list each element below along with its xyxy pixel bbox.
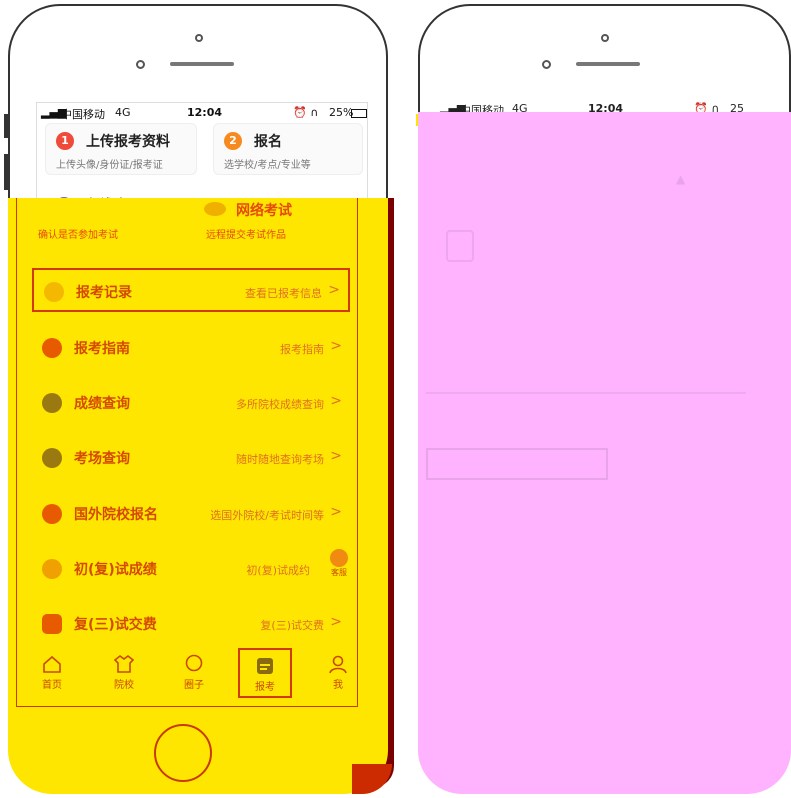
- screen-top-area: ▂▄▆ 中国移动 4G 12:04 ⏰ ∩ 25% 1 上传报考资料 上传头像/…: [36, 102, 368, 205]
- guide-icon: [42, 338, 62, 358]
- menu-item-overseas-register[interactable]: 国外院校报名 选国外院校/考试时间等 >: [32, 492, 350, 536]
- step-card-upload[interactable]: 1 上传报考资料 上传头像/身份证/报考证: [45, 123, 197, 175]
- collapse-chevron-icon[interactable]: ▲: [676, 172, 685, 186]
- chevron-right-icon: >: [328, 282, 340, 298]
- chevron-right-icon: >: [330, 393, 342, 409]
- bottom-tab-bar: 首页 院校 圈子 报考 我: [16, 646, 356, 704]
- phone-left-screen-body: 确认是否参加考试 网络考试 远程提交考试作品 报考记录 查看已报考信息 > 报考…: [8, 198, 388, 794]
- step-card-register[interactable]: 2 报名 选学校/考点/专业等: [213, 123, 363, 175]
- customer-service-float[interactable]: 客服: [326, 549, 352, 583]
- speaker-grille: [576, 62, 640, 66]
- battery-icon: [351, 106, 367, 119]
- home-icon: [43, 655, 61, 673]
- volume-button: [4, 154, 8, 190]
- phone-left: ▂▄▆ 中国移动 4G 12:04 ⏰ ∩ 25% 1 上传报考资料 上传头像/…: [4, 4, 394, 794]
- location-icon: [42, 448, 62, 468]
- menu-item-exam-site-query[interactable]: 考场查询 随时随地查询考场 >: [32, 436, 350, 480]
- menu-item-exam-record[interactable]: 报考记录 查看已报考信息 >: [32, 268, 350, 312]
- tab-schools[interactable]: 院校: [104, 654, 144, 691]
- tab-home[interactable]: 首页: [32, 654, 72, 691]
- tab-label: 圈子: [184, 680, 204, 691]
- step-subtitle: 选学校/考点/专业等: [224, 160, 311, 171]
- building-icon: [446, 230, 474, 262]
- chevron-right-icon: >: [330, 504, 342, 520]
- tab-exam[interactable]: 报考: [238, 648, 292, 698]
- menu-label: 考场查询: [74, 451, 130, 467]
- menu-hint: 选国外院校/考试时间等: [210, 509, 324, 522]
- menu-label: 报考记录: [76, 285, 132, 301]
- menu-label: 复(三)试交费: [74, 617, 157, 633]
- front-camera-icon: [195, 34, 203, 42]
- divider: [426, 392, 746, 394]
- front-camera-icon: [601, 34, 609, 42]
- menu-hint: 查看已报考信息: [245, 287, 322, 300]
- clock: 12:04: [187, 106, 223, 119]
- phone-left-bezel-top: ▂▄▆ 中国移动 4G 12:04 ⏰ ∩ 25% 1 上传报考资料 上传头像/…: [8, 4, 388, 205]
- menu-hint: 随时随地查询考场: [236, 453, 324, 466]
- chat-bubble-icon: [185, 654, 203, 672]
- menu-item-exam-guide[interactable]: 报考指南 报考指南 >: [32, 326, 350, 370]
- phone-right-screen-body: ▲: [418, 112, 791, 794]
- phone-right-bezel-top: [418, 4, 791, 114]
- menu-label: 成绩查询: [74, 396, 130, 412]
- globe-icon: [42, 504, 62, 524]
- chevron-right-icon: >: [330, 338, 342, 354]
- step-subtitle: 确认是否参加考试: [38, 230, 118, 241]
- input-placeholder-box[interactable]: [426, 448, 608, 480]
- menu-hint: 多所院校成绩查询: [236, 398, 324, 411]
- sensor-icon: [542, 60, 551, 69]
- menu-label: 国外院校报名: [74, 507, 158, 523]
- step-subtitle: 上传头像/身份证/报考证: [56, 160, 163, 171]
- float-badge-label: 客服: [331, 568, 347, 577]
- step-title: 报名: [254, 134, 282, 150]
- user-icon: [329, 655, 347, 674]
- menu-item-retest-score[interactable]: 初(复)试成绩 初(复)试成约 客服: [32, 547, 350, 591]
- chevron-right-icon: >: [330, 448, 342, 464]
- record-icon: [44, 282, 64, 302]
- menu-item-retest-payment[interactable]: 复(三)试交费 复(三)试交费 >: [32, 602, 350, 646]
- battery-percent: 25%: [329, 106, 354, 119]
- status-bar: ▂▄▆ 中国移动 4G 12:04 ⏰ ∩ 25%: [37, 103, 367, 121]
- wallet-icon: [42, 614, 62, 634]
- menu-item-score-query[interactable]: 成绩查询 多所院校成绩查询 >: [32, 381, 350, 425]
- menu-hint: 初(复)试成约: [246, 564, 310, 577]
- menu-hint: 复(三)试交费: [260, 619, 324, 632]
- tab-label: 院校: [114, 680, 134, 691]
- step-number-badge: 1: [56, 132, 74, 150]
- avatar: [330, 549, 348, 567]
- chevron-right-icon: >: [330, 614, 342, 630]
- home-button[interactable]: [154, 724, 212, 782]
- tab-label: 首页: [42, 680, 62, 691]
- shirt-icon: [114, 654, 134, 673]
- tab-label: 报考: [255, 682, 275, 693]
- bell-icon: [42, 559, 62, 579]
- step-title: 上传报考资料: [86, 134, 170, 150]
- menu-label: 报考指南: [74, 341, 130, 357]
- step-number-badge: 2: [224, 132, 242, 150]
- network-exam-icon: [204, 202, 226, 216]
- step-subtitle: 远程提交考试作品: [206, 230, 286, 241]
- alarm-headphone-icon: ⏰ ∩: [293, 106, 319, 119]
- silent-switch: [4, 114, 8, 138]
- document-icon: [257, 658, 273, 674]
- tab-me[interactable]: 我: [318, 654, 358, 691]
- tab-circle[interactable]: 圈子: [174, 654, 214, 691]
- menu-hint: 报考指南: [280, 343, 324, 356]
- tab-label: 我: [333, 680, 343, 691]
- network-label: 4G: [115, 106, 131, 119]
- score-icon: [42, 393, 62, 413]
- sensor-icon: [136, 60, 145, 69]
- menu-label: 初(复)试成绩: [74, 562, 157, 578]
- carrier-label: 中国移动: [61, 108, 105, 121]
- step-title-network-exam[interactable]: 网络考试: [236, 200, 292, 220]
- phone-left-shadow-bottom: [352, 764, 392, 794]
- speaker-grille: [170, 62, 234, 66]
- phone-right: ▂▄▆ 中国移动 4G 12:04 ⏰ ∩ 25 ▲: [416, 4, 791, 794]
